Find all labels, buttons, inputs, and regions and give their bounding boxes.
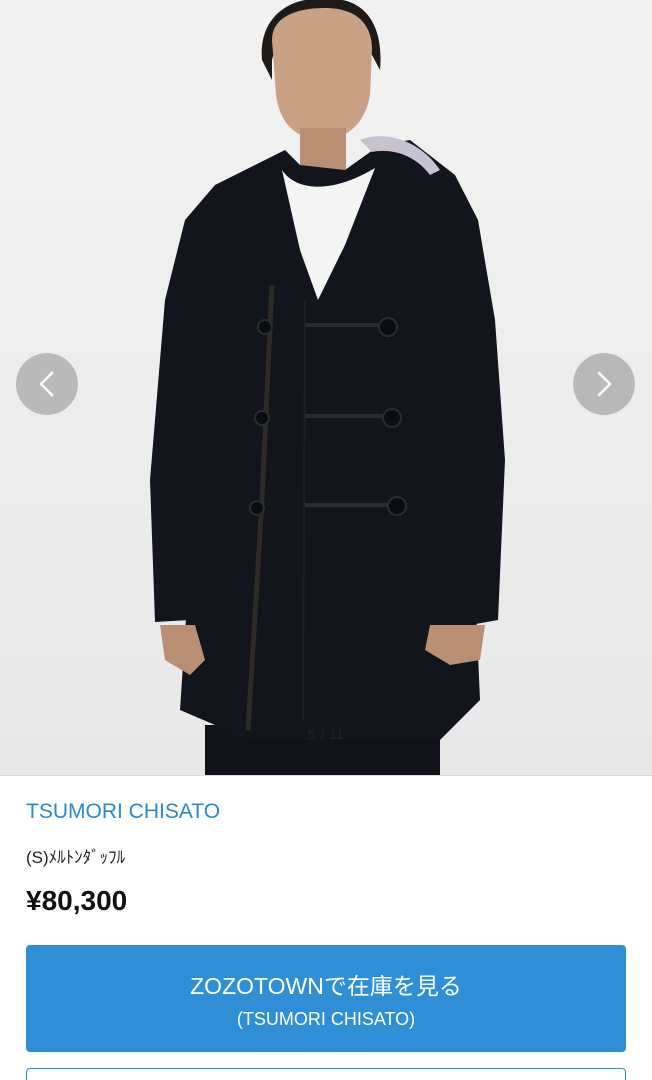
divider [0, 775, 652, 776]
product-name: (S)ﾒﾙﾄﾝﾀﾞｯﾌﾙ [26, 848, 126, 867]
chevron-right-icon [597, 371, 612, 397]
image-counter: 5 / 11 [307, 726, 345, 742]
previous-image-button[interactable] [16, 353, 78, 415]
product-photo [0, 0, 652, 775]
brand-link[interactable]: TSUMORI CHISATO [26, 800, 220, 824]
product-image-gallery[interactable]: 5 / 11 [0, 0, 652, 775]
view-stock-button[interactable]: ZOZOTOWNで在庫を見る (TSUMORI CHISATO) [26, 945, 626, 1052]
view-stock-label: ZOZOTOWNで在庫を見る [190, 973, 462, 999]
next-image-button[interactable] [573, 353, 635, 415]
product-price: ¥80,300 [26, 885, 128, 916]
secondary-button[interactable] [26, 1068, 626, 1080]
chevron-left-icon [39, 371, 54, 397]
view-stock-brand-label: (TSUMORI CHISATO) [236, 1009, 416, 1029]
